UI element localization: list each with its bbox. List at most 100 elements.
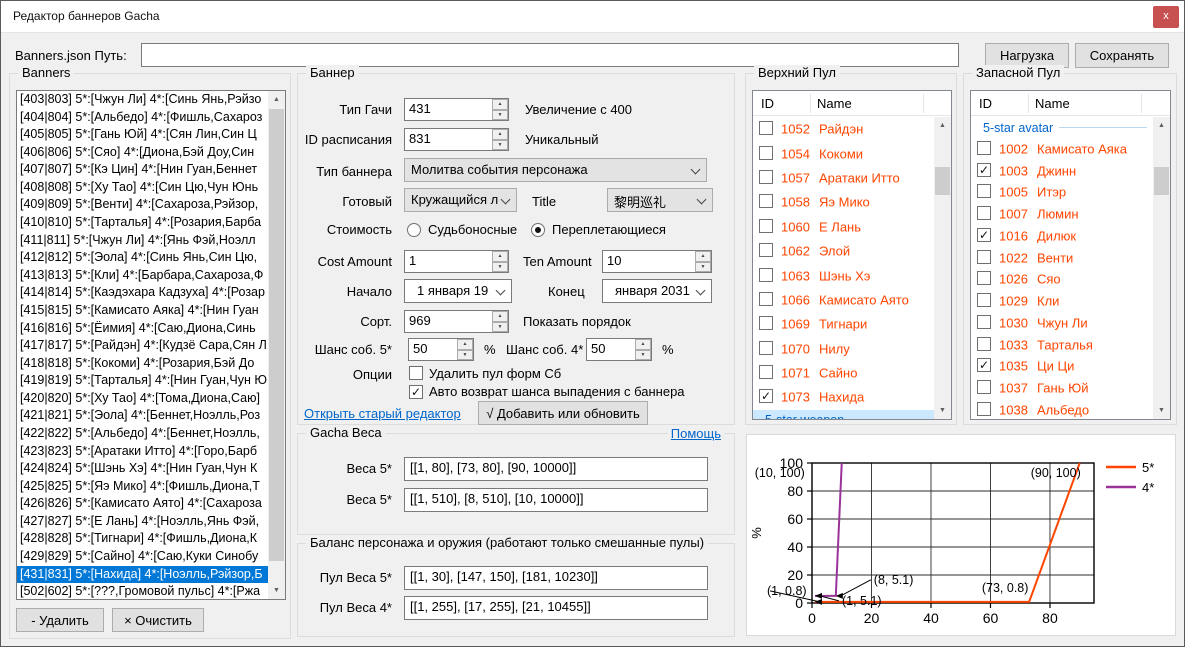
open-old-editor-link[interactable]: Открыть старый редактор — [304, 406, 461, 421]
spin-up-icon[interactable]: ▲ — [635, 339, 651, 350]
pool-weights5-input[interactable]: [[1, 30], [147, 150], [181, 10230]] — [404, 566, 708, 590]
pool-row[interactable]: 1030Чжун Ли — [971, 312, 1153, 334]
pool-row[interactable]: 1071Сайно — [753, 361, 934, 385]
help-link[interactable]: Помощь — [668, 426, 724, 441]
col-id[interactable]: ID — [761, 96, 774, 111]
row-checkbox[interactable] — [977, 380, 991, 394]
auto-return-checkbox[interactable]: ✓ — [409, 385, 423, 399]
scroll-down-icon[interactable]: ▼ — [268, 582, 285, 599]
list-item[interactable]: [421|821] 5*:[Эола] 4*:[Беннет,Ноэлль,Ро… — [17, 407, 268, 425]
row-checkbox[interactable] — [977, 337, 991, 351]
pool-row[interactable]: ✓1003Джинн — [971, 160, 1153, 182]
row-checkbox[interactable]: ✓ — [977, 228, 991, 242]
row-checkbox[interactable] — [977, 141, 991, 155]
banners-list[interactable]: ▲ ▼ [403|803] 5*:[Чжун Ли] 4*:[Синь Янь,… — [16, 90, 286, 600]
prefab-select[interactable]: Кружащийся л — [404, 188, 517, 212]
row-checkbox[interactable] — [759, 146, 773, 160]
list-item[interactable]: [408|808] 5*:[Ху Тао] 4*:[Син Цю,Чун Юнь — [17, 179, 268, 197]
list-item[interactable]: [407|807] 5*:[Кэ Цин] 4*:[Нин Гуан,Бенне… — [17, 161, 268, 179]
chance4-stepper[interactable]: 50 ▲▼ — [586, 338, 652, 361]
row-checkbox[interactable] — [759, 219, 773, 233]
list-item[interactable]: [422|822] 5*:[Альбедо] 4*:[Беннет,Ноэлль… — [17, 425, 268, 443]
row-checkbox[interactable] — [759, 365, 773, 379]
scrollbar-thumb[interactable] — [269, 109, 284, 561]
row-checkbox[interactable] — [977, 293, 991, 307]
list-item[interactable]: [405|805] 5*:[Гань Юй] 4*:[Сян Лин,Син Ц — [17, 126, 268, 144]
end-date-select[interactable]: января 2031 — [602, 279, 712, 303]
pool-row[interactable]: 1060Е Лань — [753, 215, 934, 239]
list-item[interactable]: [411|811] 5*:[Чжун Ли] 4*:[Янь Фэй,Ноэлл — [17, 232, 268, 250]
upper-pool-scrollbar[interactable]: ▲ ▼ — [934, 117, 951, 419]
spin-down-icon[interactable]: ▼ — [635, 350, 651, 361]
spin-down-icon[interactable]: ▼ — [492, 322, 508, 333]
row-checkbox[interactable] — [759, 121, 773, 135]
row-checkbox[interactable] — [759, 170, 773, 184]
gacha-type-stepper[interactable]: 431 ▲▼ — [404, 98, 509, 121]
list-item[interactable]: [403|803] 5*:[Чжун Ли] 4*:[Синь Янь,Рэйз… — [17, 91, 268, 109]
pool-row[interactable]: 1062Элой — [753, 239, 934, 263]
close-icon[interactable]: x — [1153, 6, 1179, 28]
list-item[interactable]: [404|804] 5*:[Альбедо] 4*:[Фишль,Сахароз — [17, 109, 268, 127]
pool-row[interactable]: 1054Кокоми — [753, 141, 934, 165]
spin-up-icon[interactable]: ▲ — [492, 99, 508, 110]
row-checkbox[interactable] — [759, 341, 773, 355]
pool-row[interactable]: 1007Люмин — [971, 203, 1153, 225]
pool-row[interactable]: 1022Венти — [971, 247, 1153, 269]
scrollbar-thumb[interactable] — [1154, 167, 1169, 195]
title-select[interactable]: 黎明巡礼 — [607, 188, 713, 212]
pool-row[interactable]: ✓1016Дилюк — [971, 225, 1153, 247]
pool-row[interactable]: 1033Тарталья — [971, 334, 1153, 356]
delete-banner-button[interactable]: - Удалить — [16, 608, 104, 632]
scrollbar-thumb[interactable] — [935, 167, 950, 195]
row-checkbox[interactable]: ✓ — [759, 389, 773, 403]
list-item[interactable]: [425|825] 5*:[Яэ Мико] 4*:[Фишль,Диона,Т — [17, 478, 268, 496]
col-id[interactable]: ID — [979, 96, 992, 111]
list-item[interactable]: [502|602] 5*:[???,Громовой пульс] 4*:[Рж… — [17, 583, 268, 600]
row-checkbox[interactable] — [977, 271, 991, 285]
list-item[interactable]: [426|826] 5*:[Камисато Аято] 4*:[Сахароз… — [17, 495, 268, 513]
cost-radio-fate[interactable] — [407, 223, 421, 237]
banner-type-select[interactable]: Молитва события персонажа — [404, 158, 707, 182]
list-item[interactable]: [428|828] 5*:[Тигнари] 4*:[Фишль,Диона,К — [17, 530, 268, 548]
list-item[interactable]: [431|831] 5*:[Нахида] 4*:[Ноэлль,Рэйзор,… — [17, 566, 268, 584]
ten-amount-stepper[interactable]: 10 ▲▼ — [602, 250, 712, 273]
scroll-up-icon[interactable]: ▲ — [934, 117, 951, 134]
scroll-down-icon[interactable]: ▼ — [1153, 402, 1170, 419]
scroll-up-icon[interactable]: ▲ — [1153, 117, 1170, 134]
row-checkbox[interactable] — [977, 250, 991, 264]
row-checkbox[interactable]: ✓ — [977, 358, 991, 372]
spin-down-icon[interactable]: ▼ — [492, 110, 508, 121]
remove-pool-checkbox[interactable] — [409, 366, 423, 380]
list-item[interactable]: [409|809] 5*:[Венти] 4*:[Сахароза,Рэйзор… — [17, 196, 268, 214]
row-checkbox[interactable] — [759, 243, 773, 257]
schedule-id-stepper[interactable]: 831 ▲▼ — [404, 128, 509, 151]
spin-down-icon[interactable]: ▼ — [695, 262, 711, 273]
list-item[interactable]: [406|806] 5*:[Сяо] 4*:[Диона,Бэй Доу,Син — [17, 144, 268, 162]
chance5-stepper[interactable]: 50 ▲▼ — [408, 338, 474, 361]
upper-pool-list[interactable]: ID Name 1052Райдэн1054Кокоми1057Аратаки … — [752, 90, 952, 420]
reserve-pool-list[interactable]: ID Name 5-star avatar1002Камисато Аяка✓1… — [970, 90, 1171, 420]
pool-row[interactable]: 1026Сяо — [971, 269, 1153, 291]
pool-row[interactable]: 1069Тигнари — [753, 312, 934, 336]
path-input[interactable] — [141, 43, 959, 67]
pool-row[interactable]: 1070Нилу — [753, 337, 934, 361]
cost-amount-stepper[interactable]: 1 ▲▼ — [404, 250, 509, 273]
spin-down-icon[interactable]: ▼ — [457, 350, 473, 361]
col-name[interactable]: Name — [817, 96, 852, 111]
row-checkbox[interactable] — [977, 184, 991, 198]
list-item[interactable]: [410|810] 5*:[Тарталья] 4*:[Розария,Барб… — [17, 214, 268, 232]
list-item[interactable]: [418|818] 5*:[Кокоми] 4*:[Розария,Бэй До — [17, 355, 268, 373]
list-item[interactable]: [414|814] 5*:[Каэдэхара Кадзуха] 4*:[Роз… — [17, 284, 268, 302]
sort-stepper[interactable]: 969 ▲▼ — [404, 310, 509, 333]
row-checkbox[interactable] — [759, 194, 773, 208]
cost-radio-intertwined[interactable] — [531, 223, 545, 237]
pool-row[interactable]: 1005Итэр — [971, 182, 1153, 204]
spin-up-icon[interactable]: ▲ — [695, 251, 711, 262]
pool-row[interactable]: 1002Камисато Аяка — [971, 138, 1153, 160]
list-item[interactable]: [424|824] 5*:[Шэнь Хэ] 4*:[Нин Гуан,Чун … — [17, 460, 268, 478]
list-item[interactable]: [423|823] 5*:[Аратаки Итто] 4*:[Горо,Бар… — [17, 443, 268, 461]
weights4-input[interactable]: [[1, 510], [8, 510], [10, 10000]] — [404, 488, 708, 512]
list-item[interactable]: [420|820] 5*:[Ху Тао] 4*:[Тома,Диона,Саю… — [17, 390, 268, 408]
row-checkbox[interactable] — [759, 292, 773, 306]
row-checkbox[interactable] — [977, 402, 991, 416]
